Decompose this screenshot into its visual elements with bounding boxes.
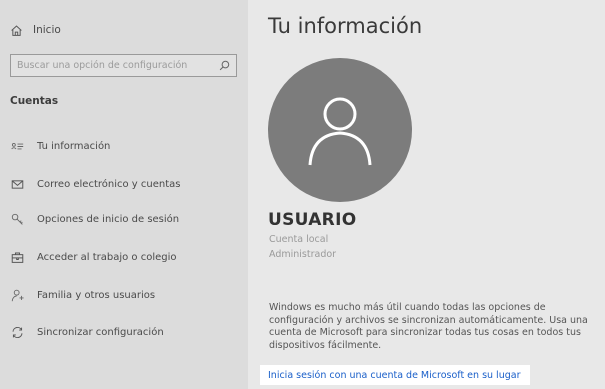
home-nav-item[interactable]: Inicio [10,20,61,40]
sidebar-item-your-info[interactable]: Tu información [10,136,110,156]
user-info-icon [10,139,24,153]
sidebar-item-label: Tu información [37,140,111,152]
sidebar-item-label: Opciones de inicio de sesión [37,213,180,225]
sidebar-item-label: Correo electrónico y cuentas [37,178,181,190]
signin-link-label: Inicia sesión con una cuenta de Microsof… [268,369,521,381]
key-icon [10,212,24,226]
sidebar-item-access-work[interactable]: Acceder al trabajo o colegio [10,247,177,267]
search-input[interactable] [17,60,219,71]
sidebar-item-label: Sincronizar configuración [37,326,164,338]
user-silhouette-icon [308,97,372,166]
sidebar-item-sync-settings[interactable]: Sincronizar configuración [10,322,164,342]
settings-search-box[interactable] [10,54,237,77]
username: USUARIO [268,210,357,230]
search-icon[interactable] [219,60,230,71]
page-title: Tu información [268,14,423,38]
section-title: Cuentas [10,95,59,107]
account-role: Administrador [269,249,337,260]
avatar [268,58,412,202]
sync-icon [10,325,24,339]
main-content: Tu información USUARIO Cuenta local Admi… [248,0,605,389]
mail-icon [10,177,24,191]
person-add-icon [10,288,24,302]
microsoft-account-info-text: Windows es mucho más útil cuando todas l… [269,302,588,351]
briefcase-icon [10,250,24,264]
sidebar-item-sign-in-options[interactable]: Opciones de inicio de sesión [10,209,179,229]
signin-microsoft-link[interactable]: Inicia sesión con una cuenta de Microsof… [260,365,531,385]
sidebar-item-family-users[interactable]: Familia y otros usuarios [10,285,155,305]
sidebar-item-email-accounts[interactable]: Correo electrónico y cuentas [10,174,180,194]
home-label: Inicio [33,24,61,36]
sidebar-item-label: Familia y otros usuarios [37,289,156,301]
account-type: Cuenta local [269,234,329,245]
home-icon [11,24,22,36]
sidebar: Inicio Cuentas Tu información Correo ele… [0,0,248,389]
sidebar-item-label: Acceder al trabajo o colegio [37,251,177,263]
